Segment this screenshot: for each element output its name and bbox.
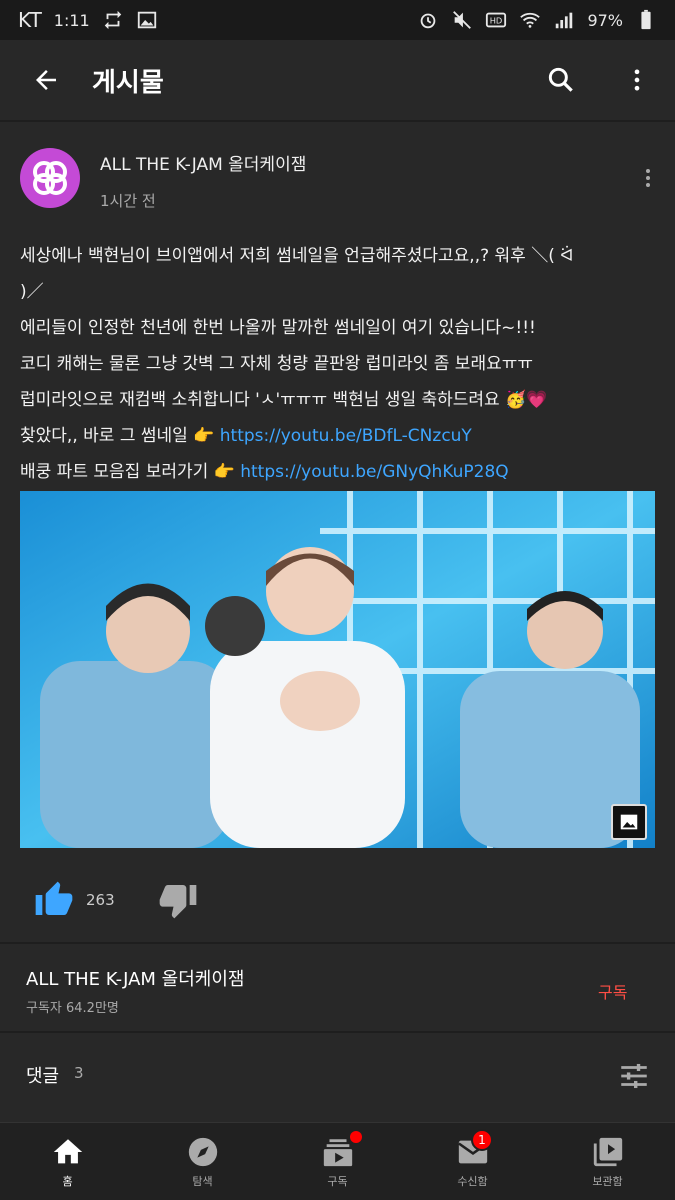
section-divider	[0, 942, 675, 944]
nav-subscriptions[interactable]: 구독	[270, 1123, 405, 1200]
nav-label: 보관함	[592, 1174, 623, 1188]
sync-icon	[104, 10, 121, 30]
like-button[interactable]	[32, 878, 76, 922]
channel-avatar[interactable]	[20, 148, 80, 208]
post-header: ALL THE K-JAM 올더케이잼 1시간 전	[0, 136, 675, 226]
home-icon	[53, 1138, 82, 1163]
section-divider	[0, 1031, 675, 1033]
comments-label: 댓글	[26, 1066, 60, 1087]
post-line: 세상에나 백현님이 브이앱에서 저희 썸네일을 언급해주셨다고요,,? 워후 ＼…	[20, 246, 574, 266]
channel-row[interactable]: ALL THE K-JAM 올더케이잼 구독자 64.2만명 구독	[0, 945, 675, 1031]
thumbnail-link[interactable]: https://youtu.be/BDfL-CNzcuY	[220, 426, 472, 446]
nav-label: 탐색	[192, 1174, 213, 1188]
post-timestamp: 1시간 전	[100, 192, 156, 210]
more-options-button[interactable]	[599, 40, 675, 120]
app-bar: 게시물	[0, 40, 675, 120]
post-link-line: 배쿵 파트 모음집 보러가기 👉 https://youtu.be/GNyQhK…	[20, 454, 660, 490]
subscriber-count: 구독자 64.2만명	[26, 1001, 119, 1016]
sort-icon	[621, 1063, 647, 1089]
post-menu-button[interactable]	[630, 160, 666, 196]
nav-explore[interactable]: 탐색	[135, 1123, 270, 1200]
page-title: 게시물	[92, 67, 164, 98]
nav-home[interactable]: 홈	[0, 1123, 135, 1200]
bottom-navigation: 홈 탐색 구독 1 수신함 보관함	[0, 1122, 675, 1200]
like-count: 263	[86, 891, 115, 909]
sort-comments-button[interactable]	[614, 1056, 654, 1096]
dislike-button[interactable]	[156, 878, 200, 922]
battery-percent: 97%	[587, 10, 623, 30]
nav-label: 구독	[327, 1174, 348, 1188]
carrier-label: KT	[18, 8, 42, 32]
link-prefix: 배쿵 파트 모음집 보러가기 👉	[20, 462, 241, 482]
new-content-dot	[350, 1131, 362, 1143]
appbar-divider	[0, 120, 675, 122]
channel-name[interactable]: ALL THE K-JAM 올더케이잼	[26, 965, 245, 991]
gallery-icon	[137, 11, 156, 29]
post-channel-name[interactable]: ALL THE K-JAM 올더케이잼	[100, 150, 306, 175]
post-line: 에리들이 인정한 천년에 한번 나올까 말까한 썸네일이 여기 있습니다~!!!	[20, 318, 536, 338]
back-button[interactable]	[0, 40, 92, 120]
image-indicator	[611, 804, 647, 840]
thumb-up-icon	[35, 881, 73, 915]
library-icon	[593, 1137, 622, 1166]
post-image[interactable]	[20, 491, 655, 848]
image-icon	[620, 814, 638, 830]
more-vert-icon	[646, 169, 650, 187]
comments-count: 3	[74, 1064, 84, 1082]
post-line: )／	[20, 282, 44, 302]
notification-badge: 1	[471, 1129, 493, 1151]
post-line: 럽미라잇으로 재컴백 소취합니다 'ㅅ'ㅠㅠㅠ 백현님 생일 축하드려요 🥳💗	[20, 390, 548, 410]
subscriptions-icon	[323, 1138, 352, 1166]
reaction-bar: 263	[0, 870, 675, 930]
arrow-back-icon	[36, 70, 56, 90]
post-line: 코디 캐해는 물론 그냥 갓벽 그 자체 청량 끝판왕 럽미라잇 좀 보래요ㅠㅠ	[20, 354, 534, 374]
battery-icon	[641, 9, 651, 30]
subscribe-button[interactable]: 구독	[598, 979, 627, 1003]
nav-label: 홈	[62, 1174, 73, 1188]
search-button[interactable]	[523, 40, 599, 120]
thumb-down-icon	[159, 885, 197, 919]
explore-icon	[188, 1137, 217, 1166]
channel-logo-icon	[33, 161, 67, 195]
hd-icon: HD	[486, 12, 507, 28]
post-body: 세상에나 백현님이 브이앱에서 저희 썸네일을 언급해주셨다고요,,? 워후 ＼…	[20, 238, 660, 490]
alarm-icon	[421, 13, 436, 29]
status-bar: KT 1:11 HD 97%	[0, 0, 675, 40]
comments-row[interactable]: 댓글 3	[0, 1034, 675, 1118]
signal-icon	[556, 12, 573, 29]
svg-text:HD: HD	[490, 16, 503, 26]
post-link-line: 찾았다,, 바로 그 썸네일 👉 https://youtu.be/BDfL-C…	[20, 418, 660, 454]
stage-photo	[20, 491, 655, 848]
nav-library[interactable]: 보관함	[540, 1123, 675, 1200]
more-vert-icon	[634, 69, 640, 91]
nav-label: 수신함	[457, 1174, 488, 1188]
nav-inbox[interactable]: 1 수신함	[405, 1123, 540, 1200]
search-icon	[548, 67, 573, 92]
mute-icon	[453, 11, 472, 29]
compilation-link[interactable]: https://youtu.be/GNyQhKuP28Q	[240, 462, 508, 482]
wifi-icon	[520, 12, 541, 28]
link-prefix: 찾았다,, 바로 그 썸네일 👉	[20, 426, 220, 446]
clock: 1:11	[53, 10, 90, 30]
